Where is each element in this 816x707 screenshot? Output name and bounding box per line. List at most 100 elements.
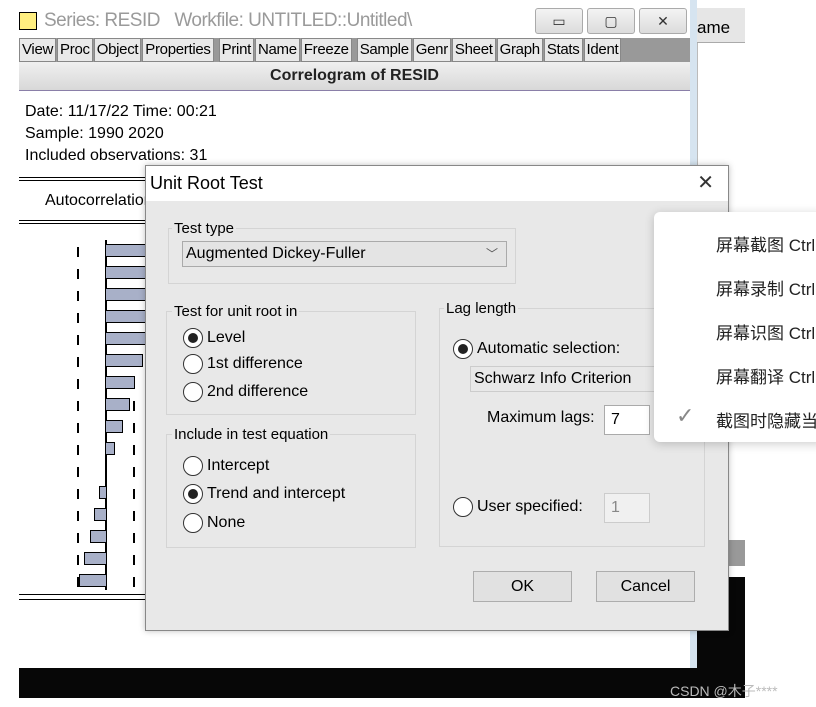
- toolbar-sheet[interactable]: Sheet: [451, 38, 496, 62]
- close-button[interactable]: ✕: [639, 8, 687, 34]
- divider: [19, 177, 147, 178]
- test-type-select[interactable]: Augmented Dickey-Fuller ﹀: [182, 241, 507, 267]
- confidence-bound: [77, 489, 79, 499]
- view-title: Correlogram of RESID: [19, 62, 690, 91]
- confidence-bound: [77, 423, 79, 433]
- radio-icon: [183, 456, 203, 476]
- acf-bar: [90, 530, 107, 543]
- confidence-bound: [77, 247, 79, 257]
- confidence-bound: [77, 401, 79, 411]
- sample-line: Sample: 1990 2020: [25, 125, 164, 142]
- confidence-bound: [77, 445, 79, 455]
- minimize-button[interactable]: ▭: [535, 8, 583, 34]
- criterion-value: Schwarz Info Criterion: [474, 370, 632, 387]
- radio-intercept[interactable]: Intercept: [183, 456, 269, 476]
- max-lags-input[interactable]: 7: [604, 405, 650, 435]
- radio-level[interactable]: Level: [183, 328, 245, 348]
- criterion-select[interactable]: Schwarz Info Criterion﹀: [470, 366, 677, 392]
- title-bar[interactable]: Series: RESID Workfile: UNTITLED::Untitl…: [19, 8, 690, 38]
- toolbar: View Proc Object Properties Print Name F…: [19, 38, 690, 62]
- acf-bar: [105, 420, 123, 433]
- toolbar-freeze[interactable]: Freeze: [300, 38, 352, 62]
- toolbar-view[interactable]: View: [19, 38, 57, 62]
- menu-item-screen-translate[interactable]: 屏幕翻译 Ctrl: [716, 363, 815, 388]
- confidence-bound: [133, 533, 135, 543]
- dialog-title-bar[interactable]: Unit Root Test ✕: [146, 166, 728, 201]
- confidence-bound: [77, 313, 79, 323]
- radio-none[interactable]: None: [183, 513, 245, 533]
- toolbar-stats[interactable]: Stats: [543, 38, 583, 62]
- confidence-bound: [77, 379, 79, 389]
- cancel-button[interactable]: Cancel: [596, 571, 695, 602]
- context-menu: 屏幕截图 Ctrl 屏幕录制 Ctrl 屏幕识图 Ctrl 屏幕翻译 Ctrl …: [654, 212, 816, 442]
- toolbar-name[interactable]: Name: [254, 38, 300, 62]
- toolbar-print[interactable]: Print: [218, 38, 254, 62]
- toolbar-ident[interactable]: Ident: [583, 38, 622, 62]
- divider: [19, 599, 147, 600]
- radio-label: 2nd difference: [207, 383, 309, 400]
- max-lags-label: Maximum lags:: [487, 409, 595, 426]
- radio-trend-and-intercept[interactable]: Trend and intercept: [183, 484, 345, 504]
- confidence-bound: [133, 401, 135, 411]
- unit-root-label: Test for unit root in: [172, 303, 300, 320]
- toolbar-graph[interactable]: Graph: [496, 38, 543, 62]
- test-type-label: Test type: [172, 220, 237, 237]
- menu-item-screenshot[interactable]: 屏幕截图 Ctrl: [716, 231, 815, 256]
- acf-bar: [105, 376, 135, 389]
- acf-bar: [84, 552, 107, 565]
- confidence-bound: [133, 489, 135, 499]
- confidence-bound: [133, 445, 135, 455]
- maximize-button[interactable]: ▢: [587, 8, 635, 34]
- dialog-close-button[interactable]: ✕: [697, 166, 714, 201]
- radio-label: Intercept: [207, 457, 270, 474]
- radio-icon: [183, 484, 203, 504]
- observations-line: Included observations: 31: [25, 147, 208, 164]
- radio-automatic-selection[interactable]: Automatic selection:: [453, 339, 620, 359]
- toolbar-genr[interactable]: Genr: [412, 38, 451, 62]
- confidence-bound: [77, 555, 79, 565]
- acf-bar: [105, 398, 130, 411]
- unit-root-test-dialog: Unit Root Test ✕ Test type Augmented Dic…: [145, 165, 729, 631]
- ok-button[interactable]: OK: [473, 571, 572, 602]
- toolbar-sample[interactable]: Sample: [356, 38, 412, 62]
- radio-label: Level: [207, 329, 246, 346]
- menu-item-screen-record[interactable]: 屏幕录制 Ctrl: [716, 275, 815, 300]
- scrollbar-thumb[interactable]: [729, 540, 745, 566]
- dialog-title: Unit Root Test: [150, 173, 263, 193]
- radio-icon: [183, 354, 203, 374]
- radio-icon: [453, 339, 473, 359]
- confidence-bound: [77, 269, 79, 279]
- confidence-bound: [133, 555, 135, 565]
- radio-icon: [183, 328, 203, 348]
- toolbar-proc[interactable]: Proc: [57, 38, 93, 62]
- background-window-header: ame: [697, 8, 745, 43]
- date-line: Date: 11/17/22 Time: 00:21: [25, 103, 217, 120]
- confidence-bound: [77, 533, 79, 543]
- radio-user-specified[interactable]: User specified:: [453, 497, 583, 517]
- radio-2nd-difference[interactable]: 2nd difference: [183, 382, 308, 402]
- menu-item-hide-when-capturing[interactable]: 截图时隐藏当: [716, 407, 816, 432]
- divider: [19, 180, 147, 181]
- radio-label: None: [207, 514, 246, 531]
- toolbar-object[interactable]: Object: [93, 38, 142, 62]
- menu-item-screen-recognize[interactable]: 屏幕识图 Ctrl: [716, 319, 815, 344]
- radio-label: Automatic selection:: [477, 340, 621, 357]
- confidence-bound: [133, 467, 135, 477]
- test-type-value: Augmented Dickey-Fuller: [186, 245, 366, 262]
- user-specified-input[interactable]: 1: [604, 493, 650, 523]
- radio-icon: [183, 382, 203, 402]
- desktop-area: [19, 668, 745, 698]
- confidence-bound: [77, 291, 79, 301]
- watermark: CSDN @木子****: [670, 683, 778, 699]
- window-title: Series: RESID Workfile: UNTITLED::Untitl…: [44, 10, 412, 31]
- toolbar-properties[interactable]: Properties: [142, 38, 214, 62]
- radio-1st-difference[interactable]: 1st difference: [183, 354, 303, 374]
- divider: [19, 220, 147, 221]
- confidence-bound: [77, 467, 79, 477]
- radio-icon: [453, 497, 473, 517]
- acf-bar: [105, 354, 143, 367]
- radio-label: User specified:: [477, 498, 583, 515]
- radio-label: Trend and intercept: [207, 485, 346, 502]
- acf-bar: [105, 442, 115, 455]
- acf-plot: [19, 228, 167, 590]
